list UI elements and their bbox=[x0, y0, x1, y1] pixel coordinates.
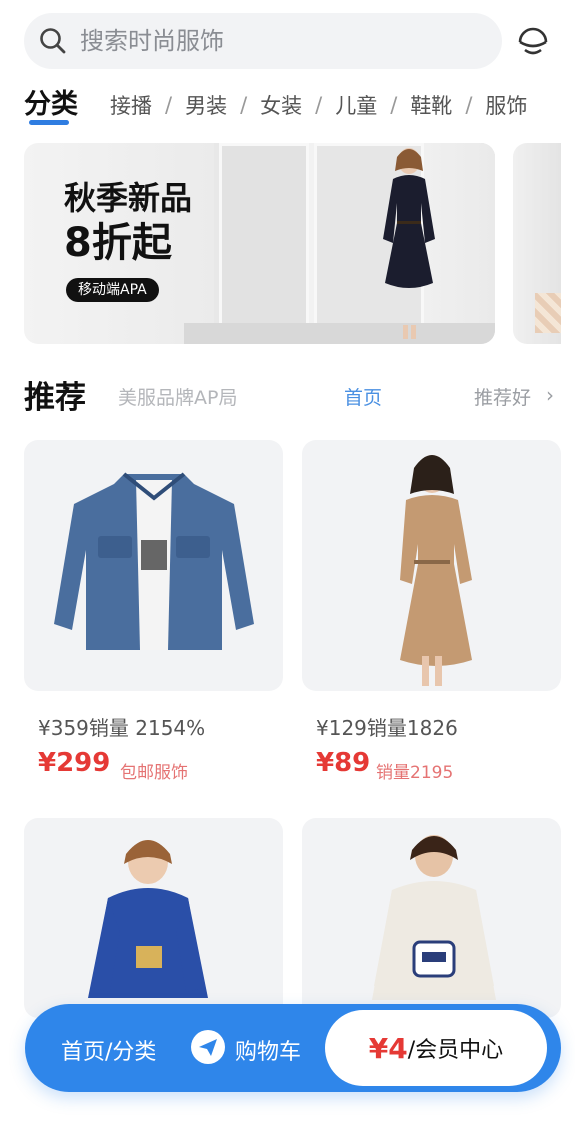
product-original-price: ¥129销量1826 bbox=[316, 716, 458, 740]
denim-jacket-image bbox=[54, 472, 254, 650]
search-box[interactable] bbox=[24, 13, 502, 69]
member-center-label: /会员中心 bbox=[407, 1038, 504, 1063]
product-tag: 包邮服饰 bbox=[120, 763, 188, 783]
send-icon[interactable] bbox=[191, 1030, 225, 1064]
banner-subtitle: 8折起 bbox=[64, 220, 172, 266]
recommend-title: 推荐 bbox=[24, 380, 86, 416]
product-original-price: ¥359销量 2154% bbox=[38, 716, 206, 740]
banner-title: 秋季新品 bbox=[64, 179, 193, 217]
chevron-right-icon[interactable]: › bbox=[546, 383, 554, 407]
product-price: ¥89 bbox=[316, 748, 371, 778]
product-card[interactable]: ¥129销量1826 ¥89 销量2195 bbox=[302, 440, 561, 783]
tab-separator: / bbox=[465, 93, 473, 117]
recommend-header: 推荐 美服品牌AP局 首页 推荐好 › bbox=[24, 370, 562, 418]
product-image bbox=[24, 818, 283, 1018]
tab-live[interactable]: 接播 bbox=[110, 90, 152, 120]
tab-kids[interactable]: 儿童 bbox=[335, 90, 377, 120]
product-card[interactable] bbox=[302, 818, 561, 1018]
recommend-home-link[interactable]: 首页 bbox=[344, 383, 382, 410]
nav-home-category[interactable]: 首页/分类 bbox=[61, 1034, 156, 1066]
tab-separator: / bbox=[315, 93, 323, 117]
product-image bbox=[302, 440, 561, 691]
tab-shoes[interactable]: 鞋靴 bbox=[410, 90, 452, 120]
member-price: ¥4 bbox=[368, 1031, 408, 1065]
product-image bbox=[24, 440, 283, 691]
product-card[interactable] bbox=[24, 818, 283, 1018]
customer-service-icon[interactable] bbox=[515, 23, 551, 59]
product-tag: 销量2195 bbox=[376, 763, 454, 783]
banner-door bbox=[219, 143, 309, 328]
tab-category[interactable]: 分类 bbox=[24, 82, 78, 121]
search-icon bbox=[38, 26, 68, 56]
nav-member-center-button[interactable]: ¥4 /会员中心 bbox=[325, 1010, 547, 1086]
tab-active-indicator bbox=[29, 120, 69, 125]
category-tabs: 分类 接播 / 男装 / 女装 / 儿童 / 鞋靴 / 服饰 bbox=[24, 80, 575, 128]
camel-dress-image bbox=[400, 455, 472, 686]
cream-hoodie-image bbox=[372, 835, 496, 1000]
tab-separator: / bbox=[165, 93, 173, 117]
tab-separator: / bbox=[390, 93, 398, 117]
banner-app-badge: 移动端APA bbox=[66, 278, 159, 302]
recommend-more-link[interactable]: 推荐好 bbox=[474, 383, 531, 410]
tab-men[interactable]: 男装 bbox=[185, 90, 227, 120]
blue-hoodie-image bbox=[88, 840, 208, 998]
next-banner-decoration bbox=[535, 293, 561, 333]
product-image bbox=[302, 818, 561, 1018]
next-banner-peek[interactable] bbox=[513, 143, 561, 344]
banner-model-image bbox=[383, 148, 435, 339]
tab-apparel[interactable]: 服饰 bbox=[485, 90, 527, 120]
search-row bbox=[24, 13, 551, 69]
recommend-subtitle: 美服品牌AP局 bbox=[118, 387, 238, 409]
product-price: ¥299 bbox=[38, 748, 111, 778]
tab-list: 接播 / 男装 / 女装 / 儿童 / 鞋靴 / 服饰 bbox=[110, 90, 527, 120]
search-input[interactable] bbox=[80, 27, 460, 55]
product-card[interactable]: ¥359销量 2154% ¥299 包邮服饰 bbox=[24, 440, 283, 783]
promo-banner[interactable]: 秋季新品 8折起 移动端APA bbox=[24, 143, 495, 344]
tab-women[interactable]: 女装 bbox=[260, 90, 302, 120]
bottom-nav-bar: 首页/分类 购物车 ¥4 /会员中心 bbox=[25, 1004, 561, 1092]
tab-separator: / bbox=[240, 93, 248, 117]
nav-cart[interactable]: 购物车 bbox=[235, 1034, 301, 1066]
